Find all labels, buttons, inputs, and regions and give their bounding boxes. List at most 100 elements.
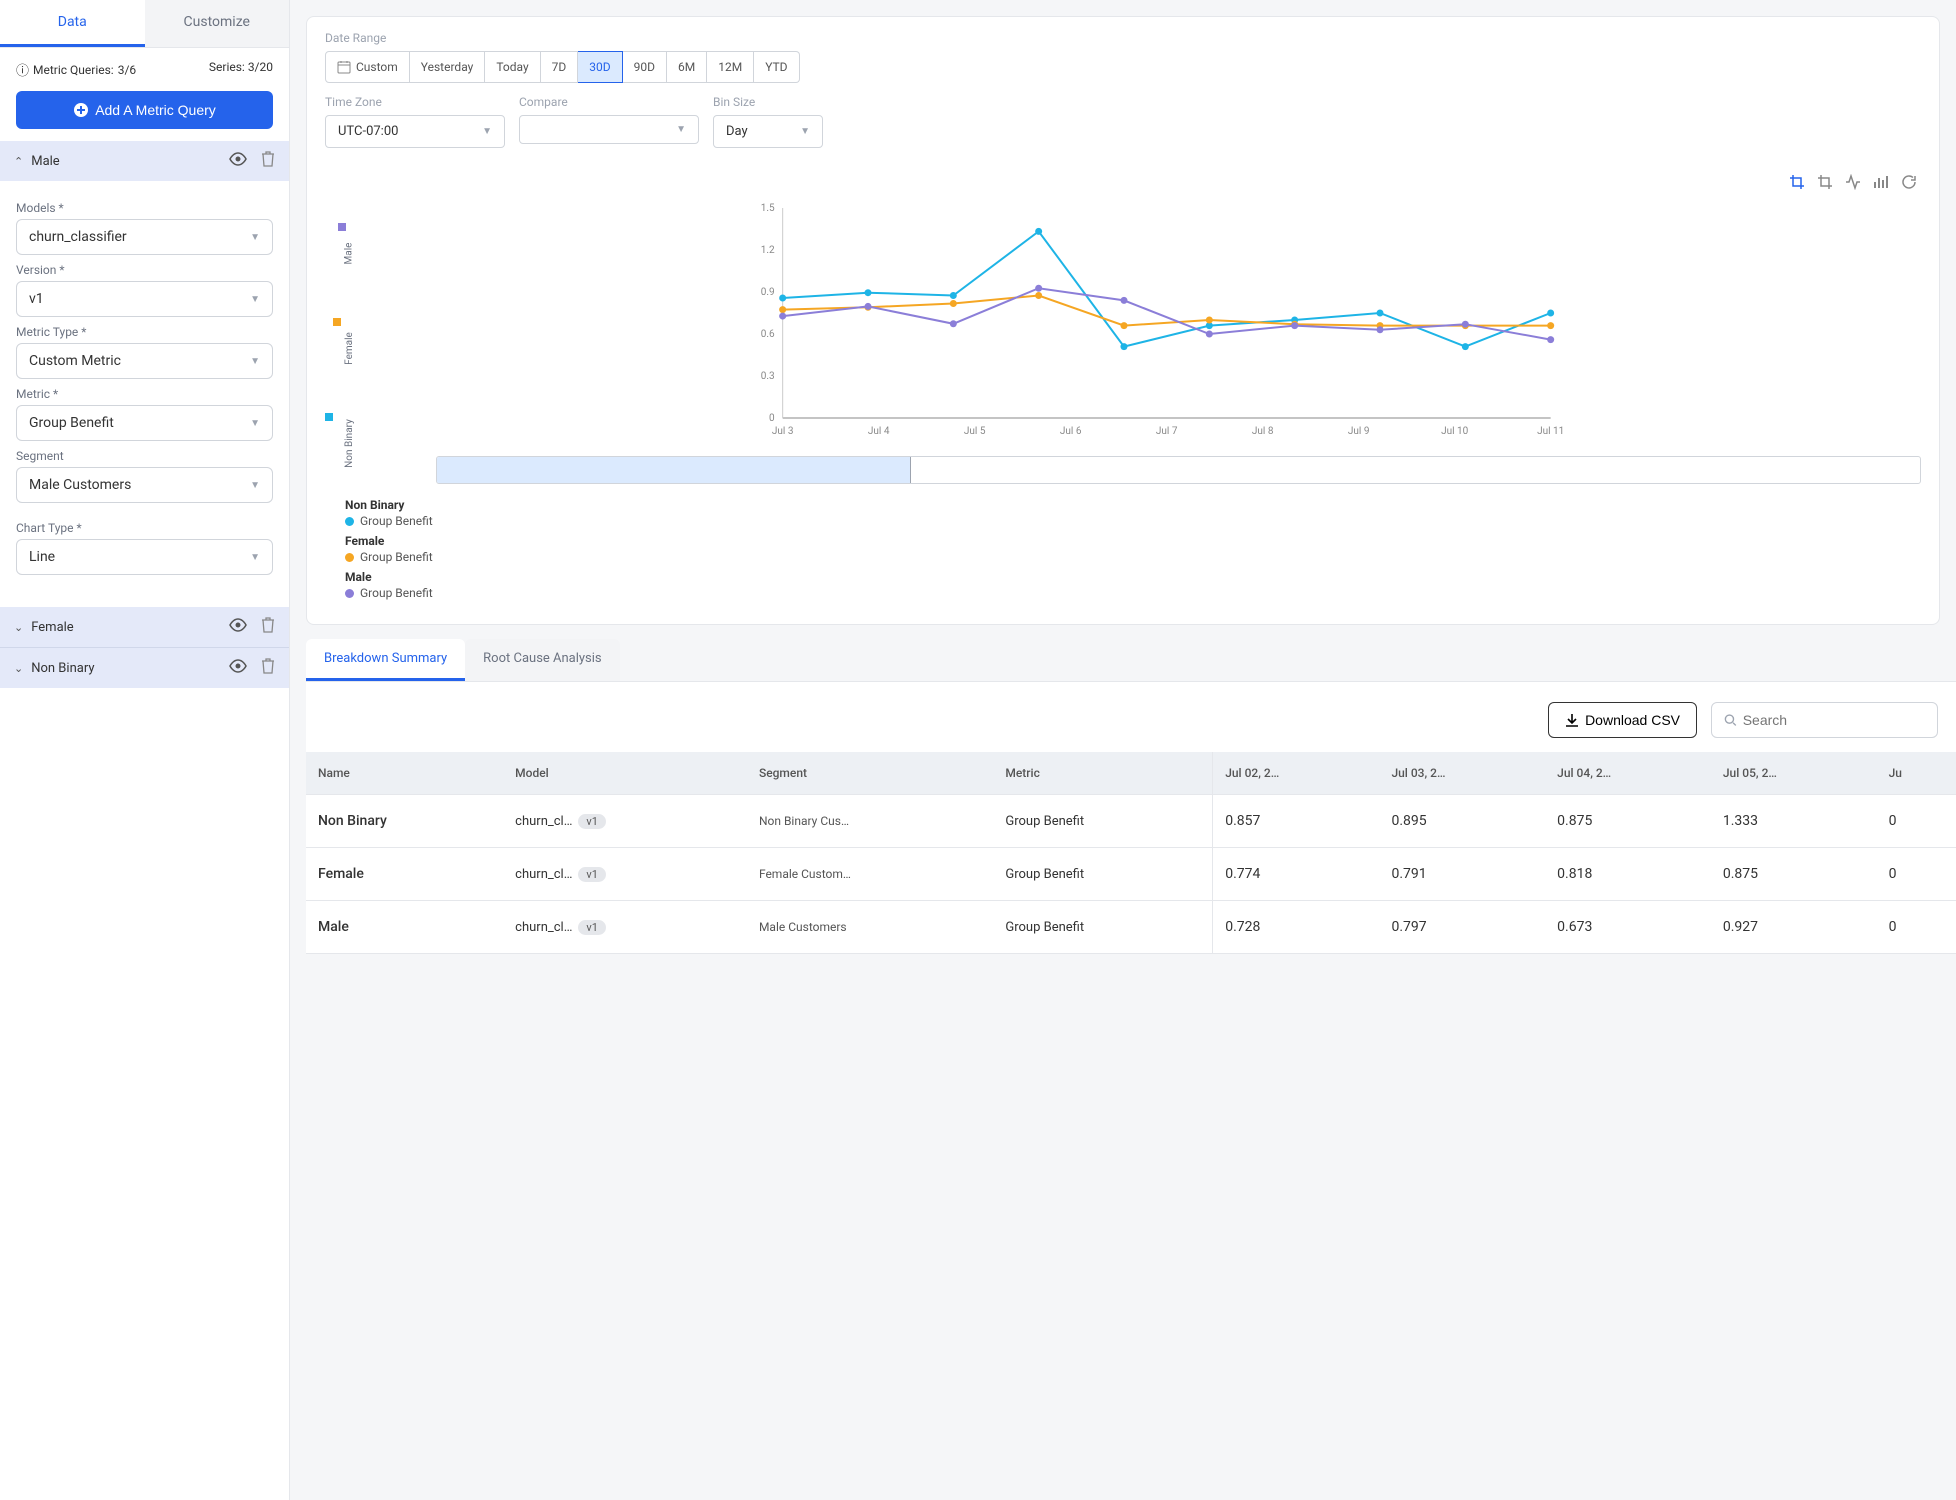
trash-icon[interactable] — [261, 617, 275, 637]
th-segment[interactable]: Segment — [747, 752, 993, 795]
th-date[interactable]: Jul 02, 2… — [1213, 752, 1380, 795]
svg-text:0: 0 — [769, 413, 775, 424]
segment-label: Segment — [16, 449, 273, 463]
segment-select[interactable]: Male Customers ▼ — [16, 467, 273, 503]
info-icon: ⓘ — [16, 60, 29, 79]
visibility-icon[interactable] — [229, 152, 247, 170]
range-yesterday[interactable]: Yesterday — [410, 51, 486, 83]
caret-down-icon: ▼ — [800, 126, 810, 137]
caret-down-icon: ▼ — [250, 480, 260, 491]
th-date[interactable]: Jul 05, 2… — [1711, 752, 1877, 795]
tab-root-cause[interactable]: Root Cause Analysis — [465, 639, 619, 681]
date-range-buttons: Custom Yesterday Today 7D 30D 90D 6M 12M… — [325, 51, 1921, 83]
binsize-select[interactable]: Day ▼ — [713, 115, 823, 148]
range-90d[interactable]: 90D — [623, 51, 667, 83]
accordion-nonbinary[interactable]: ⌄ Non Binary — [0, 647, 289, 688]
visibility-icon[interactable] — [229, 659, 247, 677]
cell-name: Non Binary — [306, 795, 503, 848]
add-metric-query-button[interactable]: Add A Metric Query — [16, 91, 273, 129]
models-select[interactable]: churn_classifier ▼ — [16, 219, 273, 255]
date-range-label: Date Range — [325, 31, 1921, 45]
range-12m[interactable]: 12M — [707, 51, 754, 83]
cell-value: 0.797 — [1379, 901, 1545, 954]
compare-select[interactable]: ▼ — [519, 115, 699, 144]
accordion-male[interactable]: ⌃ Male — [0, 141, 289, 181]
caret-down-icon: ▼ — [250, 232, 260, 243]
range-7d[interactable]: 7D — [541, 51, 579, 83]
time-brush[interactable] — [436, 456, 1921, 484]
compare-label: Compare — [519, 95, 699, 109]
activity-icon[interactable] — [1845, 174, 1861, 194]
trash-icon[interactable] — [261, 658, 275, 678]
tab-data[interactable]: Data — [0, 0, 145, 47]
range-6m[interactable]: 6M — [667, 51, 707, 83]
legend-nonbinary-title: Non Binary — [345, 498, 1921, 512]
range-custom[interactable]: Custom — [325, 51, 410, 83]
th-date[interactable]: Jul 04, 2… — [1545, 752, 1711, 795]
metric-value: Group Benefit — [29, 415, 114, 431]
crop-icon[interactable] — [1789, 174, 1805, 194]
metric-type-select[interactable]: Custom Metric ▼ — [16, 343, 273, 379]
breakdown-table: Name Model Segment Metric Jul 02, 2… Jul… — [306, 752, 1956, 954]
cell-name: Male — [306, 901, 503, 954]
range-custom-label: Custom — [356, 60, 398, 74]
svg-text:Jul 10: Jul 10 — [1441, 426, 1469, 437]
series-label: Series: — [209, 60, 245, 74]
binsize-value: Day — [726, 124, 748, 139]
crop-alt-icon[interactable] — [1817, 174, 1833, 194]
metric-select[interactable]: Group Benefit ▼ — [16, 405, 273, 441]
svg-text:0.3: 0.3 — [760, 371, 774, 382]
tab-breakdown-summary[interactable]: Breakdown Summary — [306, 639, 465, 681]
cell-metric: Group Benefit — [993, 795, 1212, 848]
cell-segment: Non Binary Cus… — [747, 795, 993, 848]
cell-value: 0.895 — [1379, 795, 1545, 848]
metric-queries-value: 3/6 — [118, 63, 136, 77]
range-ytd[interactable]: YTD — [754, 51, 799, 83]
svg-text:Jul 11: Jul 11 — [1537, 426, 1564, 437]
cell-metric: Group Benefit — [993, 848, 1212, 901]
refresh-icon[interactable] — [1901, 174, 1917, 194]
accordion-female[interactable]: ⌄ Female — [0, 607, 289, 647]
trash-icon[interactable] — [261, 151, 275, 171]
y-axis-series-legend: Male Female Non Binary — [325, 198, 380, 484]
caret-down-icon: ▼ — [250, 552, 260, 563]
cell-model: churn_cl…v1 — [503, 848, 747, 901]
visibility-icon[interactable] — [229, 618, 247, 636]
metric-type-value: Custom Metric — [29, 353, 121, 369]
svg-text:Jul 8: Jul 8 — [1252, 426, 1274, 437]
th-date[interactable]: Ju — [1877, 752, 1956, 795]
th-model[interactable]: Model — [503, 752, 747, 795]
tab-customize[interactable]: Customize — [145, 0, 290, 47]
download-csv-button[interactable]: Download CSV — [1548, 702, 1697, 738]
cell-name: Female — [306, 848, 503, 901]
accordion-label: Male — [31, 154, 215, 169]
range-30d[interactable]: 30D — [578, 51, 622, 83]
accordion-label: Non Binary — [31, 661, 215, 676]
svg-text:Jul 7: Jul 7 — [1156, 426, 1178, 437]
download-icon — [1565, 713, 1579, 727]
table-row: Female churn_cl…v1 Female Custom… Group … — [306, 848, 1956, 901]
chart-type-label: Chart Type * — [16, 521, 273, 535]
download-csv-label: Download CSV — [1585, 712, 1680, 728]
caret-down-icon: ▼ — [676, 124, 686, 135]
bar-chart-icon[interactable] — [1873, 174, 1889, 194]
legend-dot — [345, 589, 354, 598]
search-icon — [1724, 713, 1737, 727]
version-select[interactable]: v1 ▼ — [16, 281, 273, 317]
caret-down-icon: ▼ — [482, 126, 492, 137]
th-name[interactable]: Name — [306, 752, 503, 795]
th-date[interactable]: Jul 03, 2… — [1379, 752, 1545, 795]
version-badge: v1 — [578, 867, 606, 882]
timezone-value: UTC-07:00 — [338, 124, 398, 139]
svg-text:Jul 3: Jul 3 — [772, 426, 794, 437]
chart-type-select[interactable]: Line ▼ — [16, 539, 273, 575]
cell-value: 0 — [1877, 901, 1956, 954]
chart-type-value: Line — [29, 549, 55, 565]
range-today[interactable]: Today — [485, 51, 540, 83]
cell-value: 0.875 — [1711, 848, 1877, 901]
th-metric[interactable]: Metric — [993, 752, 1212, 795]
search-input[interactable] — [1743, 712, 1925, 728]
plus-circle-icon — [73, 102, 89, 118]
search-box[interactable] — [1711, 702, 1938, 738]
timezone-select[interactable]: UTC-07:00 ▼ — [325, 115, 505, 148]
